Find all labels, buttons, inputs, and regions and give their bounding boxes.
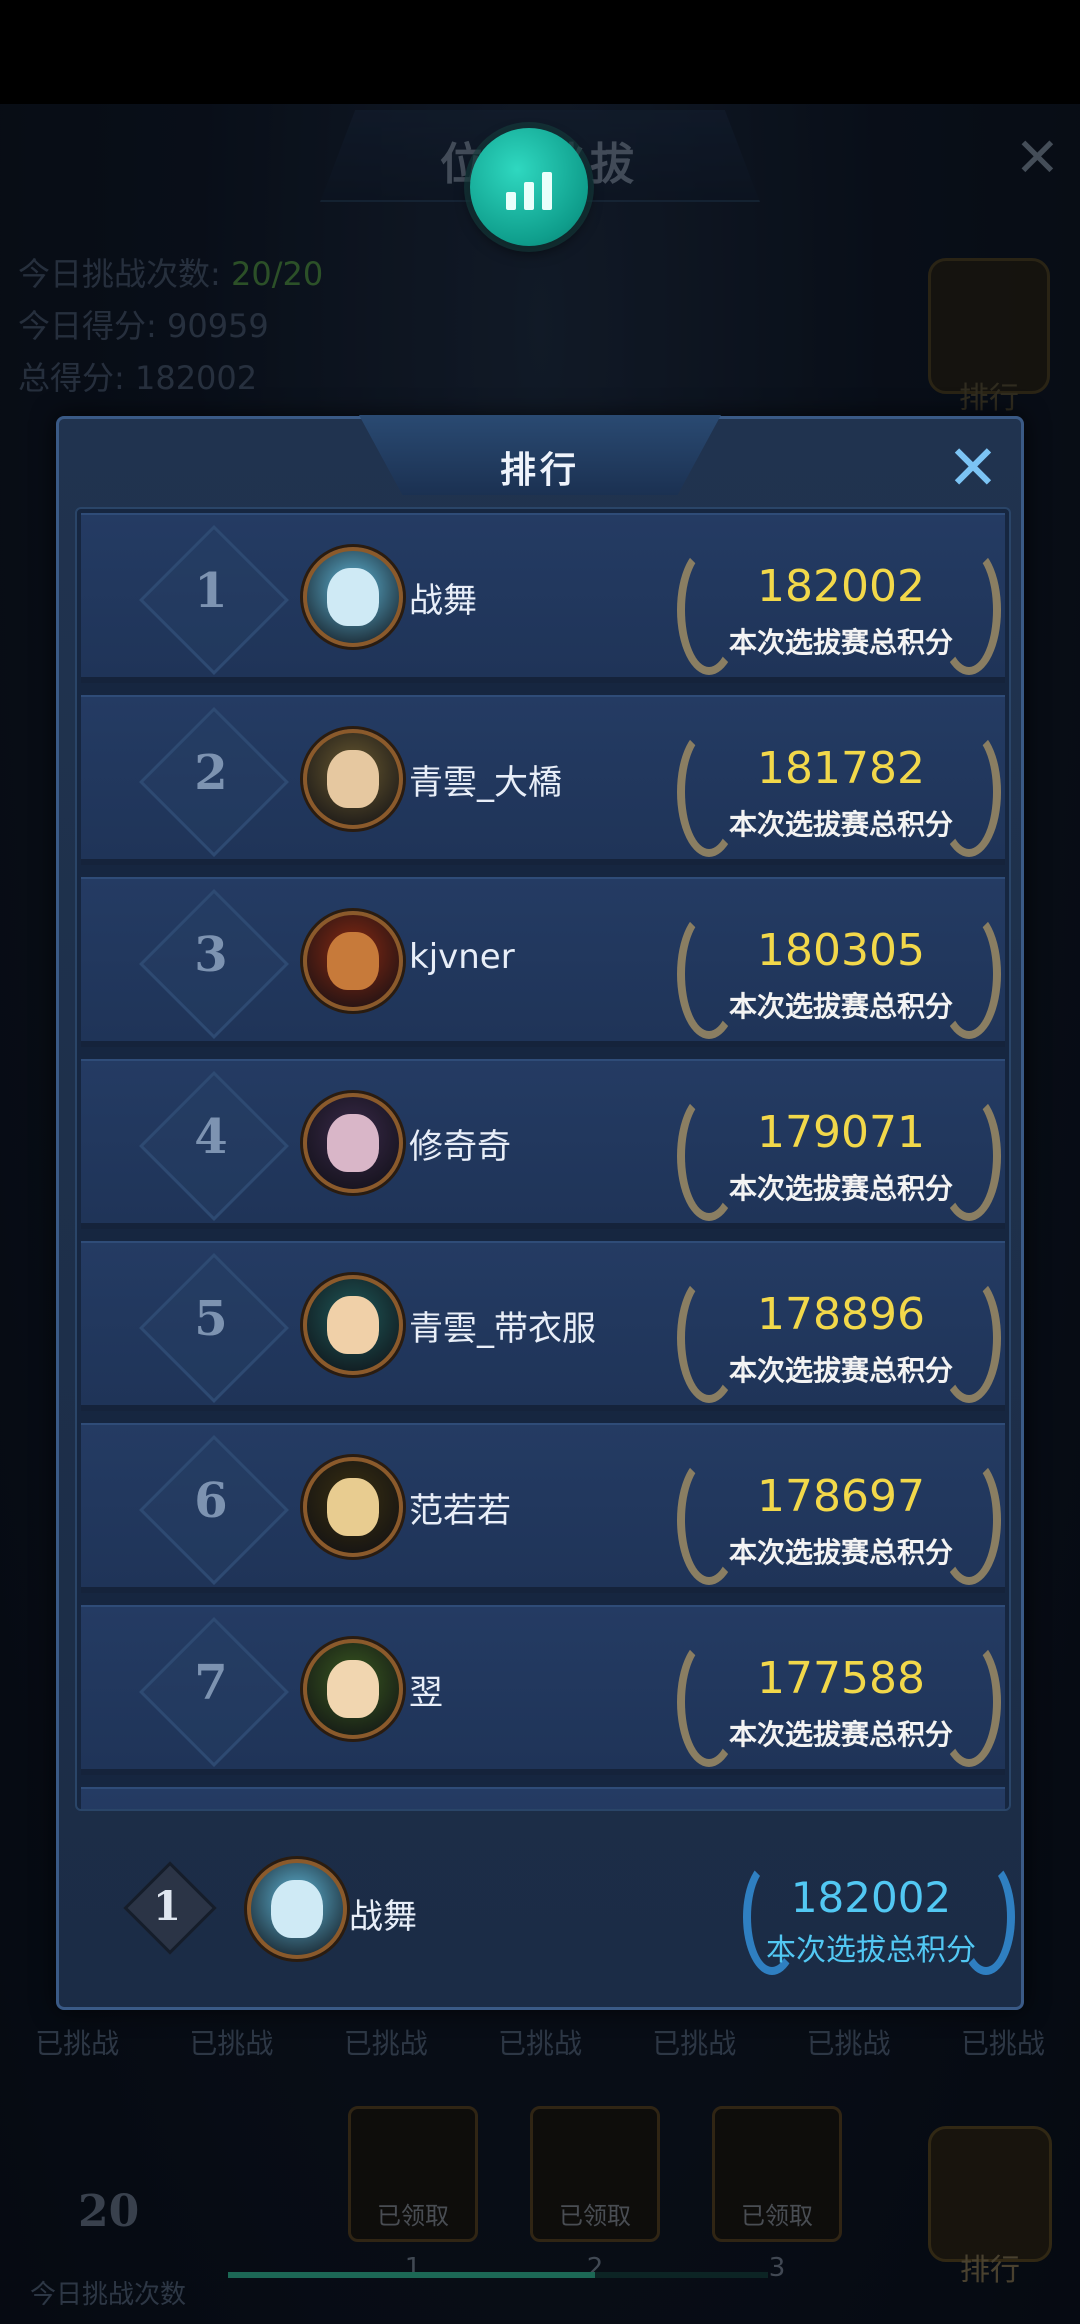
player-avatar[interactable] xyxy=(303,1639,403,1739)
player-score: 182002 xyxy=(757,561,925,612)
ranking-row: 4 修奇奇 179071 本次选拔赛总积分 xyxy=(81,1059,1005,1229)
my-score: 182002 xyxy=(790,1873,952,1922)
rank-number: 7 xyxy=(194,1655,228,1711)
ranking-row: 1 战舞 182002 本次选拔赛总积分 xyxy=(81,513,1005,683)
rank-number: 2 xyxy=(194,745,228,801)
player-name: 修奇奇 xyxy=(409,1127,511,1167)
player-name: kjvner xyxy=(409,937,515,977)
bar-glyph xyxy=(506,192,516,210)
ranking-row: 3 kjvner 180305 本次选拔赛总积分 xyxy=(81,877,1005,1047)
my-player-name: 战舞 xyxy=(349,1897,417,1937)
leaderboard-fab-icon[interactable] xyxy=(470,128,588,246)
modal-title: 排行 xyxy=(499,450,580,491)
score-label: 本次选拔赛总积分 xyxy=(728,1354,953,1387)
player-name: 青雲_大橋 xyxy=(409,763,562,803)
player-name: 青雲_带衣服 xyxy=(409,1309,596,1349)
avatar-face xyxy=(271,1879,323,1939)
rank-number: 3 xyxy=(194,927,228,983)
player-avatar[interactable] xyxy=(303,911,403,1011)
player-score: 177588 xyxy=(757,1653,925,1704)
score-label: 本次选拔赛总积分 xyxy=(728,1718,953,1751)
ranking-list[interactable]: 1 战舞 182002 本次选拔赛总积分 2 青雲_大橋 181782 本次选拔赛总积分 3 kj… xyxy=(75,507,1011,1811)
score-label: 本次选拔赛总积分 xyxy=(728,1172,953,1205)
rank-number: 5 xyxy=(194,1291,228,1347)
player-avatar[interactable] xyxy=(303,1275,403,1375)
ranking-row: 6 范若若 178697 本次选拔赛总积分 xyxy=(81,1423,1005,1593)
player-score: 178896 xyxy=(757,1289,925,1340)
ranking-row: 5 青雲_带衣服 178896 本次选拔赛总积分 xyxy=(81,1241,1005,1411)
score-label: 本次选拔赛总积分 xyxy=(728,626,953,659)
player-name: 范若若 xyxy=(409,1491,511,1531)
player-score: 180305 xyxy=(757,925,925,976)
ranking-row: 2 青雲_大橋 181782 本次选拔赛总积分 xyxy=(81,695,1005,865)
ranking-row: 7 翌 177588 本次选拔赛总积分 xyxy=(81,1605,1005,1775)
bar-glyph xyxy=(542,172,552,210)
avatar-face xyxy=(327,1113,379,1173)
rank-number: 4 xyxy=(194,1109,228,1165)
status-bar xyxy=(0,0,1080,104)
avatar-face xyxy=(327,1659,379,1719)
rank-number: 6 xyxy=(194,1473,228,1529)
close-icon[interactable]: ✕ xyxy=(947,437,999,499)
score-label: 本次选拔赛总积分 xyxy=(728,1536,953,1569)
player-avatar[interactable] xyxy=(303,1093,403,1193)
ranking-modal: 排行 ✕ 1 战舞 182002 本次选拔赛总积分 2 青雲_大橋 181782 本次选拔赛总… xyxy=(56,415,1024,2010)
avatar-face xyxy=(327,749,379,809)
my-rank-row: 1 战舞 182002 本次选拔总积分 xyxy=(75,1829,1015,1989)
player-name: 战舞 xyxy=(409,581,477,621)
rank-number: 1 xyxy=(194,563,228,619)
player-score: 181782 xyxy=(757,743,925,794)
player-avatar[interactable] xyxy=(303,547,403,647)
my-score-label: 本次选拔总积分 xyxy=(766,1933,976,1968)
my-avatar xyxy=(247,1859,347,1959)
player-score: 179071 xyxy=(757,1107,925,1158)
avatar-face xyxy=(327,1295,379,1355)
my-rank-number: 1 xyxy=(153,1883,181,1930)
avatar-face xyxy=(327,1477,379,1537)
player-name: 翌 xyxy=(409,1673,443,1713)
avatar-face xyxy=(327,931,379,991)
player-avatar[interactable] xyxy=(303,729,403,829)
player-score: 178697 xyxy=(757,1471,925,1522)
bar-glyph xyxy=(524,182,534,210)
score-label: 本次选拔赛总积分 xyxy=(728,990,953,1023)
avatar-face xyxy=(327,567,379,627)
score-label: 本次选拔赛总积分 xyxy=(728,808,953,841)
player-avatar[interactable] xyxy=(303,1457,403,1557)
ranking-row-partial xyxy=(81,1787,1005,1809)
